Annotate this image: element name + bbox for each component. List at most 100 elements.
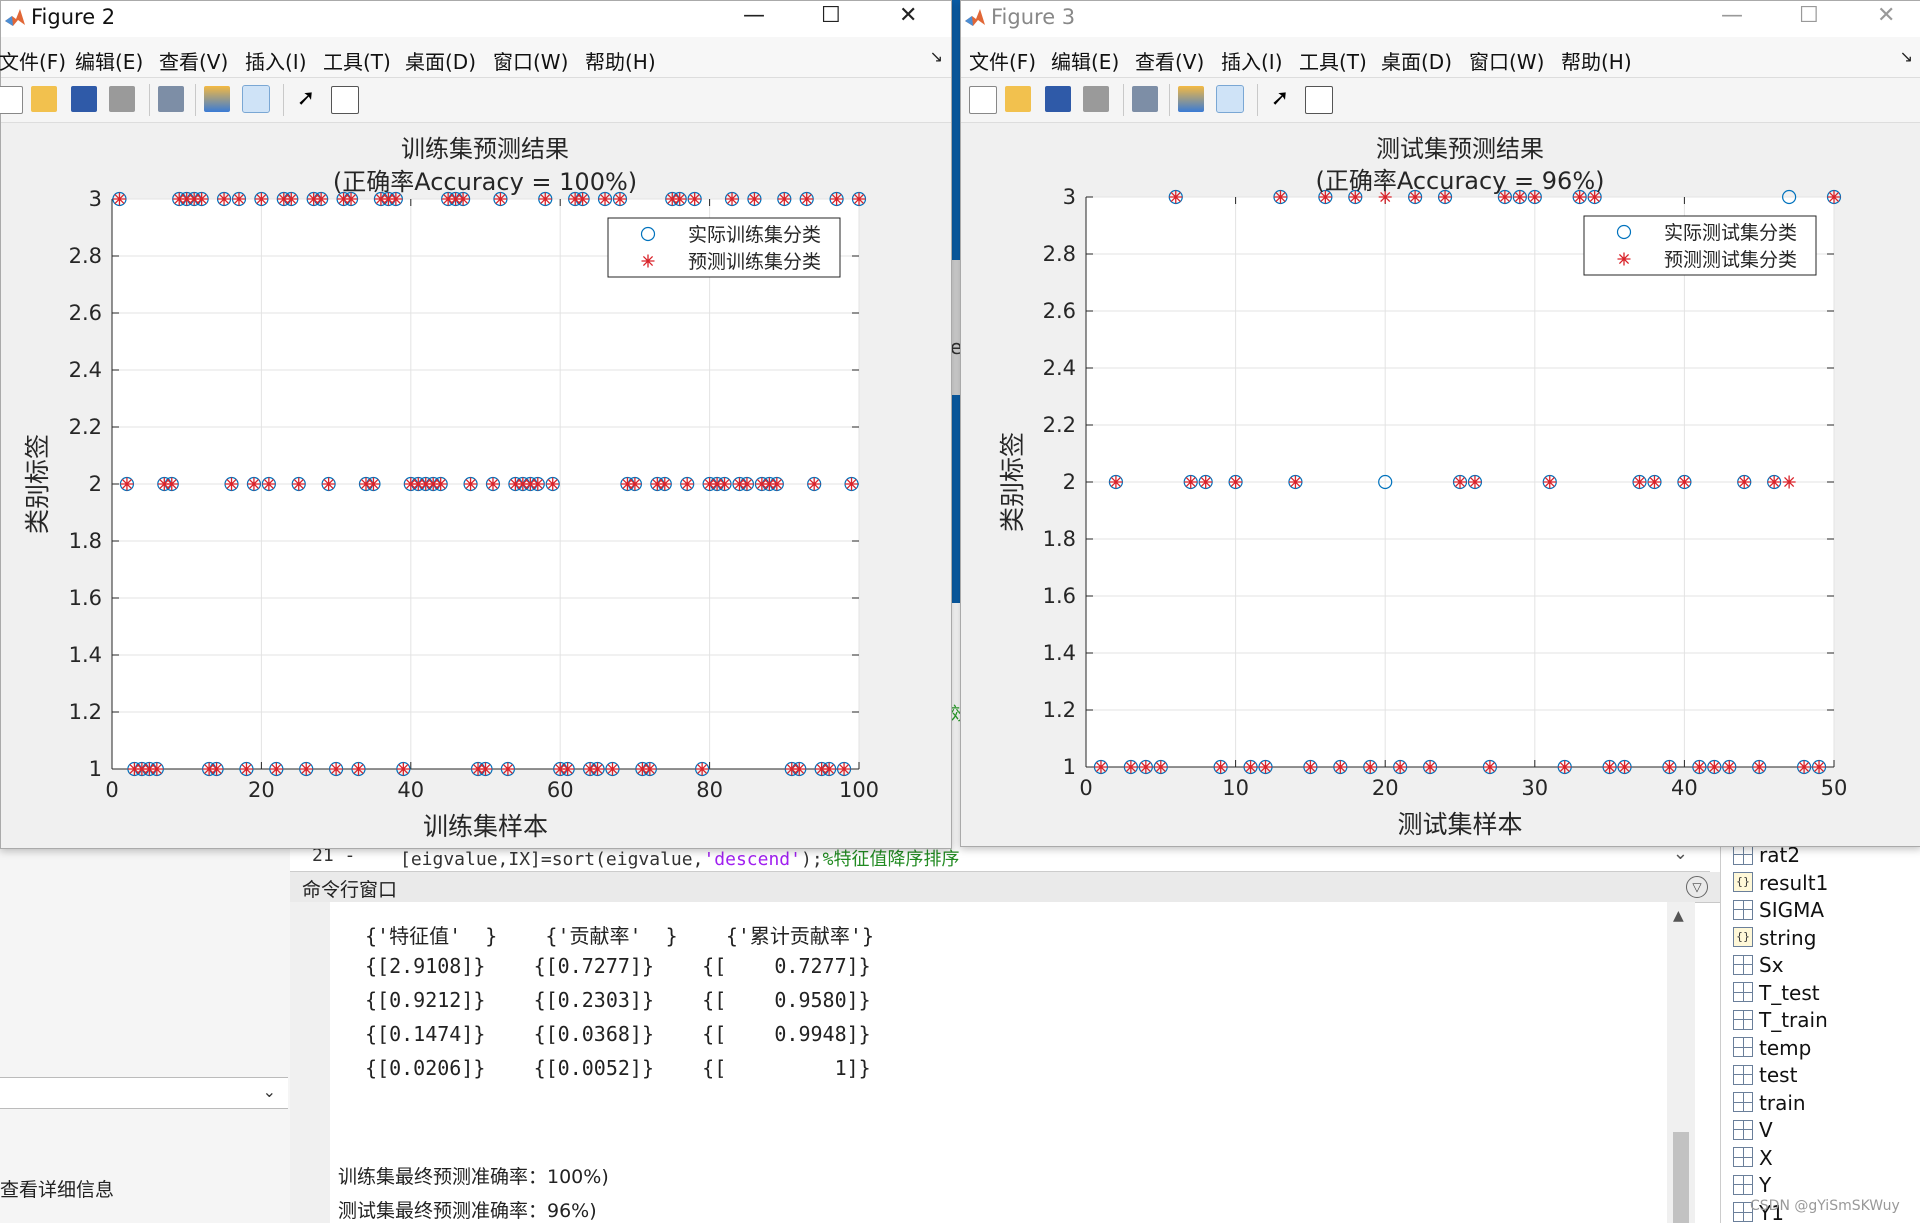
- y-axis-label: 类别标签: [23, 434, 52, 534]
- scrollbar-thumb[interactable]: [1673, 1132, 1689, 1223]
- workspace-variable[interactable]: {} result1: [1733, 871, 1828, 898]
- dock-arrow-icon[interactable]: ↘: [930, 47, 943, 66]
- close-icon[interactable]: ✕: [1877, 3, 1895, 28]
- toolbar-separator: [283, 84, 284, 116]
- print-icon[interactable]: [109, 86, 135, 112]
- minimize-icon[interactable]: —: [743, 3, 765, 28]
- colorbar-icon[interactable]: [204, 86, 230, 112]
- axes[interactable]: 0 20 40 60 80 100 1 1.2 1.4 1.6 1.8 2 2.2 2.4 2.6 2.8 3 训…: [1, 122, 949, 846]
- new-figure-icon[interactable]: [969, 86, 997, 114]
- variable-name: Y: [1759, 1173, 1772, 1197]
- data-point-predicted: [837, 762, 851, 776]
- legend-icon[interactable]: [1216, 85, 1244, 113]
- menu-file[interactable]: 文件(F): [969, 46, 1036, 75]
- data-point-predicted: [643, 762, 657, 776]
- open-folder-icon[interactable]: [1005, 86, 1031, 112]
- legend[interactable]: 实际测试集分类预测测试集分类: [1583, 215, 1817, 276]
- data-point-predicted: [1423, 760, 1437, 774]
- x-axis-label: 测试集样本: [1397, 810, 1522, 839]
- workspace-variable[interactable]: Y: [1733, 1173, 1771, 1200]
- toolbar-separator: [149, 84, 150, 116]
- data-point-predicted: [1737, 475, 1751, 489]
- details-link[interactable]: 查看详细信息: [0, 1175, 114, 1202]
- menu-window[interactable]: 窗口(W): [493, 46, 568, 75]
- y-axis-label: 类别标签: [998, 432, 1027, 532]
- data-point-predicted: [1707, 760, 1721, 774]
- y-tick-label: 1.8: [1043, 527, 1076, 551]
- workspace-variable[interactable]: train: [1733, 1091, 1806, 1118]
- menu-window[interactable]: 窗口(W): [1469, 46, 1544, 75]
- workspace-variable[interactable]: T_test: [1733, 981, 1820, 1008]
- window-title: Figure 3: [991, 5, 1076, 29]
- workspace-variable[interactable]: X: [1733, 1146, 1773, 1173]
- data-point-predicted: [1767, 475, 1781, 489]
- minimize-icon[interactable]: —: [1721, 3, 1743, 28]
- matrix-variable-icon: [1733, 1119, 1753, 1140]
- menu-edit[interactable]: 编辑(E): [75, 46, 143, 75]
- workspace-variable[interactable]: T_train: [1733, 1008, 1828, 1035]
- data-point-predicted: [822, 762, 836, 776]
- property-editor-icon[interactable]: [1305, 86, 1333, 114]
- menu-view[interactable]: 查看(V): [1135, 46, 1204, 75]
- menu-insert[interactable]: 插入(I): [1221, 46, 1283, 75]
- workspace-variable[interactable]: {} string: [1733, 926, 1816, 953]
- open-folder-icon[interactable]: [31, 86, 57, 112]
- workspace-variable[interactable]: SIGMA: [1733, 898, 1824, 925]
- colorbar-icon[interactable]: [1178, 86, 1204, 112]
- menu-view[interactable]: 查看(V): [159, 46, 228, 75]
- data-point-predicted: [269, 762, 283, 776]
- data-point-predicted: [591, 762, 605, 776]
- command-window[interactable]: {'特征值' } {'贡献率' } {'累计贡献率'} {[2.9108]} {…: [290, 902, 1695, 1223]
- workspace-variable[interactable]: Sx: [1733, 953, 1784, 980]
- menu-edit[interactable]: 编辑(E): [1051, 46, 1119, 75]
- menu-desktop[interactable]: 桌面(D): [405, 46, 476, 75]
- y-tick-label: 2.8: [1043, 242, 1076, 266]
- watermark: CSDN @gYiSmSKWuy: [1750, 1198, 1900, 1214]
- details-dropdown[interactable]: ⌄: [0, 1077, 288, 1109]
- print-icon[interactable]: [1083, 86, 1109, 112]
- link-plot-icon[interactable]: [158, 86, 184, 112]
- y-tick-label: 2.4: [1043, 356, 1076, 380]
- save-icon[interactable]: [1045, 86, 1071, 112]
- menu-insert[interactable]: 插入(I): [245, 46, 307, 75]
- workspace-variable[interactable]: test: [1733, 1063, 1797, 1090]
- data-point-predicted: [770, 477, 784, 491]
- axes[interactable]: 0 10 20 30 40 50 1 1.2 1.4 1.6 1.8 2 2.2 2.4 2.6 2.8 3 测试…: [961, 122, 1919, 844]
- y-tick-label: 2: [89, 472, 102, 496]
- workspace-panel: rat2{} result1 SIGMA{} string Sx T_test T_trai…: [1720, 840, 1920, 1223]
- menu-help[interactable]: 帮助(H): [585, 46, 656, 75]
- data-point-predicted: [1303, 760, 1317, 774]
- panel-options-icon[interactable]: ▽: [1686, 876, 1708, 898]
- data-point-predicted: [1468, 475, 1482, 489]
- legend[interactable]: 实际训练集分类预测训练集分类: [607, 217, 841, 278]
- save-icon[interactable]: [71, 86, 97, 112]
- menu-desktop[interactable]: 桌面(D): [1381, 46, 1452, 75]
- new-figure-icon[interactable]: [0, 86, 23, 114]
- maximize-icon[interactable]: ☐: [1799, 3, 1819, 28]
- code-comment: %特征值降序排序: [822, 849, 960, 870]
- data-point-predicted: [1782, 475, 1796, 489]
- close-icon[interactable]: ✕: [899, 3, 917, 28]
- menu-tools[interactable]: 工具(T): [323, 46, 391, 75]
- menu-file[interactable]: 文件(F): [0, 46, 66, 75]
- legend-icon[interactable]: [242, 85, 270, 113]
- dock-arrow-icon[interactable]: ↘: [1900, 47, 1913, 66]
- workspace-variable[interactable]: V: [1733, 1118, 1773, 1145]
- menu-tools[interactable]: 工具(T): [1299, 46, 1367, 75]
- menu-bar: 文件(F) 编辑(E) 查看(V) 插入(I) 工具(T) 桌面(D) 窗口(W…: [961, 37, 1920, 78]
- menu-help[interactable]: 帮助(H): [1561, 46, 1632, 75]
- y-tick-label: 2.6: [1043, 299, 1076, 323]
- table-header-row: {'特征值' } {'贡献率' } {'累计贡献率'}: [365, 924, 874, 948]
- pointer-icon[interactable]: ➚: [293, 86, 319, 112]
- x-axis-label: 训练集样本: [423, 812, 548, 841]
- pointer-icon[interactable]: ➚: [1267, 86, 1293, 112]
- maximize-icon[interactable]: ☐: [821, 3, 841, 28]
- data-point-predicted: [1453, 475, 1467, 489]
- command-scrollbar[interactable]: ▲: [1667, 902, 1695, 1223]
- link-plot-icon[interactable]: [1132, 86, 1158, 112]
- scroll-up-icon[interactable]: ▲: [1673, 908, 1684, 924]
- workspace-variable[interactable]: temp: [1733, 1036, 1811, 1063]
- data-point-predicted: [120, 477, 134, 491]
- property-editor-icon[interactable]: [331, 86, 359, 114]
- x-tick-label: 0: [1079, 776, 1092, 800]
